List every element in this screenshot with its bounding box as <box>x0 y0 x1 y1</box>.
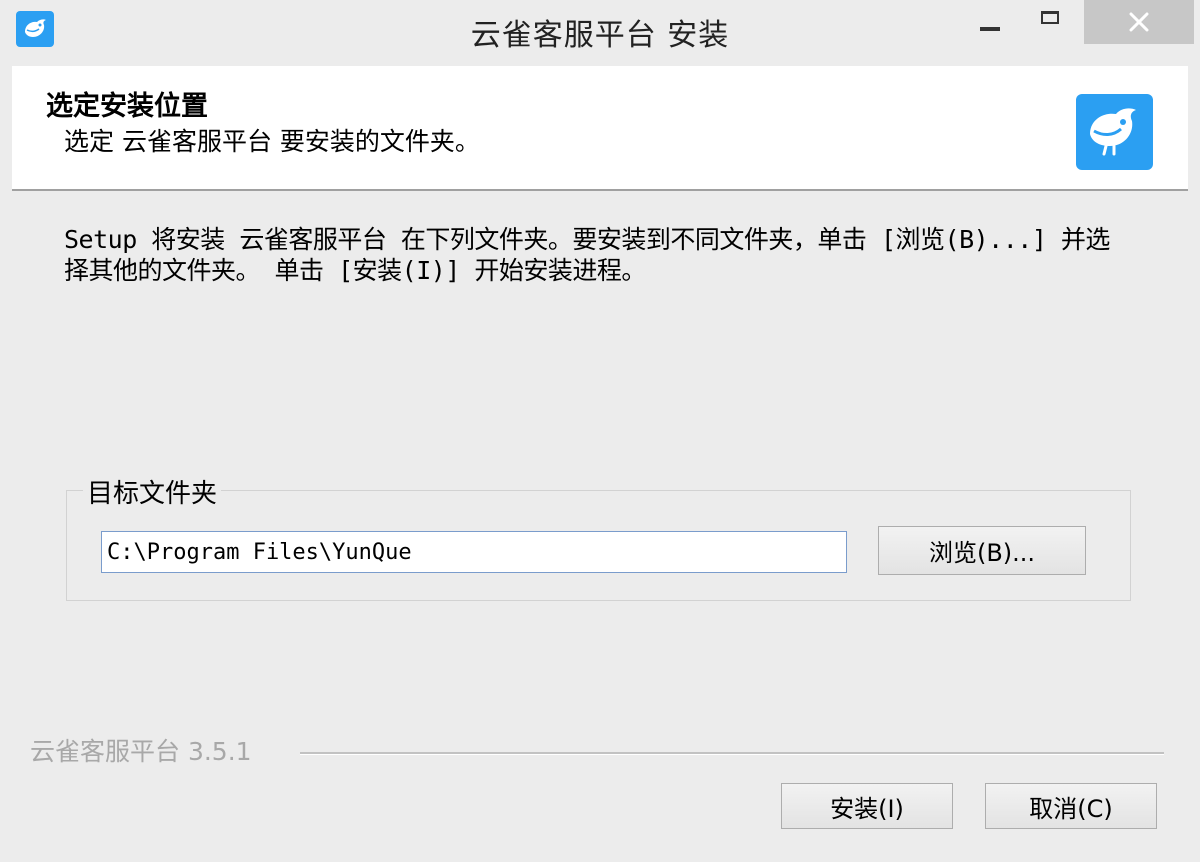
browse-button[interactable]: 浏览(B)... <box>878 526 1086 575</box>
bird-logo-icon <box>1076 94 1153 170</box>
destination-folder-group: 目标文件夹 浏览(B)... <box>66 473 1131 601</box>
instructions-text: Setup 将安装 云雀客服平台 在下列文件夹。要安装到不同文件夹，单击 [浏览… <box>64 225 1110 285</box>
minimize-button[interactable] <box>960 0 1020 44</box>
page-subtitle: 选定 云雀客服平台 要安装的文件夹。 <box>64 127 480 156</box>
destination-folder-label: 目标文件夹 <box>83 473 222 510</box>
maximize-button[interactable] <box>1020 0 1080 44</box>
brand-version-label: 云雀客服平台 3.5.1 <box>30 737 252 766</box>
install-button[interactable]: 安装(I) <box>781 783 953 829</box>
page-header: 选定安装位置 选定 云雀客服平台 要安装的文件夹。 <box>12 66 1188 191</box>
minimize-icon <box>980 27 1000 31</box>
title-bar[interactable]: 云雀客服平台 安装 <box>0 0 1200 64</box>
footer-divider <box>300 752 1164 755</box>
maximize-icon <box>1041 10 1059 24</box>
close-button[interactable] <box>1084 0 1194 44</box>
cancel-button[interactable]: 取消(C) <box>985 783 1157 829</box>
page-title: 选定安装位置 <box>46 91 208 122</box>
close-icon <box>1129 12 1149 32</box>
installer-window: 云雀客服平台 安装 选定安装位置 选定 云雀客服平台 要安装的文件夹。 Setu… <box>0 0 1200 862</box>
install-path-input[interactable] <box>101 531 847 573</box>
